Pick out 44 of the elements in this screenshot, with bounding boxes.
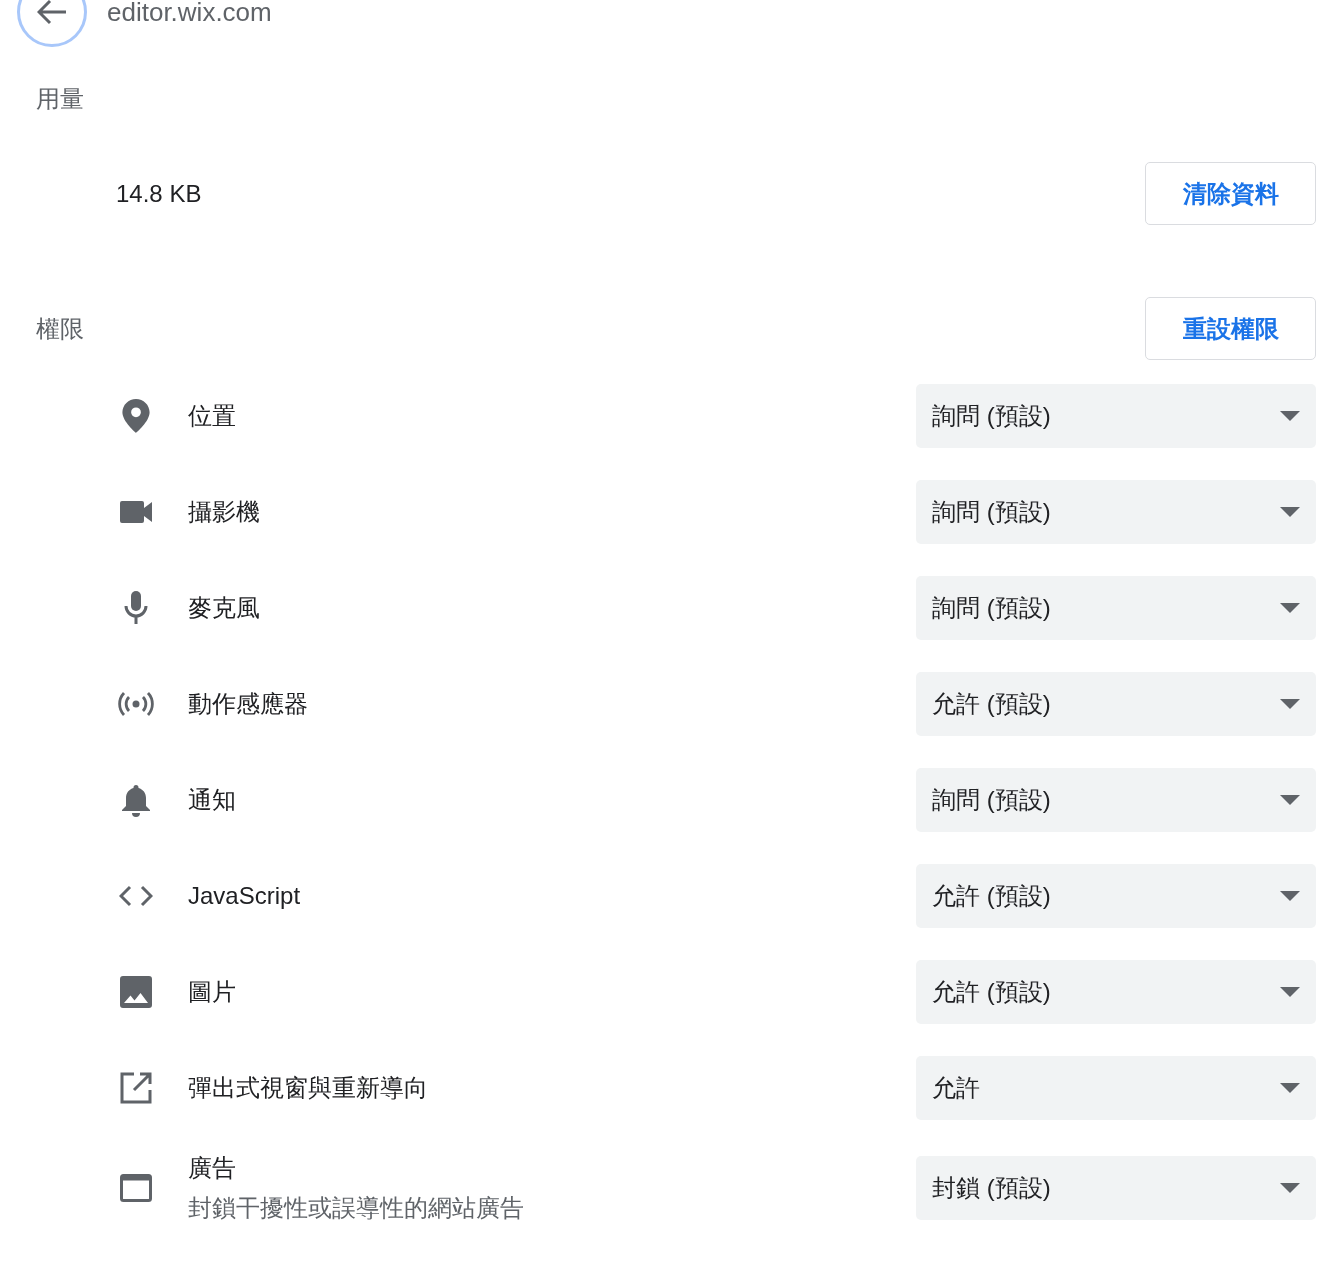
permission-dropdown[interactable]: 詢問 (預設) xyxy=(916,768,1316,832)
dropdown-caret-icon xyxy=(1280,891,1300,901)
dropdown-caret-icon xyxy=(1280,411,1300,421)
permission-description: 封鎖干擾性或誤導性的網站廣告 xyxy=(188,1193,525,1223)
back-arrow-icon xyxy=(37,0,67,25)
sensor-waves-icon xyxy=(118,692,154,716)
permission-dropdown[interactable]: 封鎖 (預設) xyxy=(916,1156,1316,1220)
permission-dropdown[interactable]: 詢問 (預設) xyxy=(916,576,1316,640)
permission-label: JavaScript xyxy=(188,882,302,910)
permission-label: 攝影機 xyxy=(188,497,261,527)
permission-dropdown[interactable]: 詢問 (預設) xyxy=(916,384,1316,448)
permission-dropdown[interactable]: 允許 (預設) xyxy=(916,960,1316,1024)
dropdown-caret-icon xyxy=(1280,603,1300,613)
reset-permissions-button[interactable]: 重設權限 xyxy=(1145,297,1316,360)
dropdown-caret-icon xyxy=(1280,987,1300,997)
permission-dropdown[interactable]: 允許 (預設) xyxy=(916,672,1316,736)
permission-label: 位置 xyxy=(188,401,237,431)
site-title: editor.wix.com xyxy=(107,0,272,28)
microphone-icon xyxy=(123,591,149,625)
dropdown-caret-icon xyxy=(1280,507,1300,517)
video-camera-icon xyxy=(120,501,152,523)
permission-label: 彈出式視窗與重新導向 xyxy=(188,1073,429,1103)
permission-label: 通知 xyxy=(188,785,237,815)
image-icon xyxy=(120,976,152,1008)
permission-label: 動作感應器 xyxy=(188,689,309,719)
bell-icon xyxy=(121,783,151,817)
usage-amount: 14.8 KB xyxy=(116,179,202,208)
dropdown-caret-icon xyxy=(1280,1183,1300,1193)
clear-data-button[interactable]: 清除資料 xyxy=(1145,162,1316,225)
permission-dropdown[interactable]: 允許 (預設) xyxy=(916,864,1316,928)
window-frame-icon xyxy=(120,1174,152,1202)
code-brackets-icon xyxy=(119,885,153,907)
permission-label: 麥克風 xyxy=(188,593,261,623)
location-pin-icon xyxy=(122,399,150,433)
dropdown-caret-icon xyxy=(1280,699,1300,709)
permission-dropdown[interactable]: 詢問 (預設) xyxy=(916,480,1316,544)
permission-label: 圖片 xyxy=(188,977,237,1007)
external-link-icon xyxy=(120,1072,152,1104)
dropdown-caret-icon xyxy=(1280,1083,1300,1093)
dropdown-caret-icon xyxy=(1280,795,1300,805)
permission-label: 廣告 xyxy=(188,1153,237,1183)
section-heading: 用量 xyxy=(36,84,84,114)
permission-dropdown[interactable]: 允許 xyxy=(916,1056,1316,1120)
section-heading: 權限 xyxy=(36,313,84,344)
